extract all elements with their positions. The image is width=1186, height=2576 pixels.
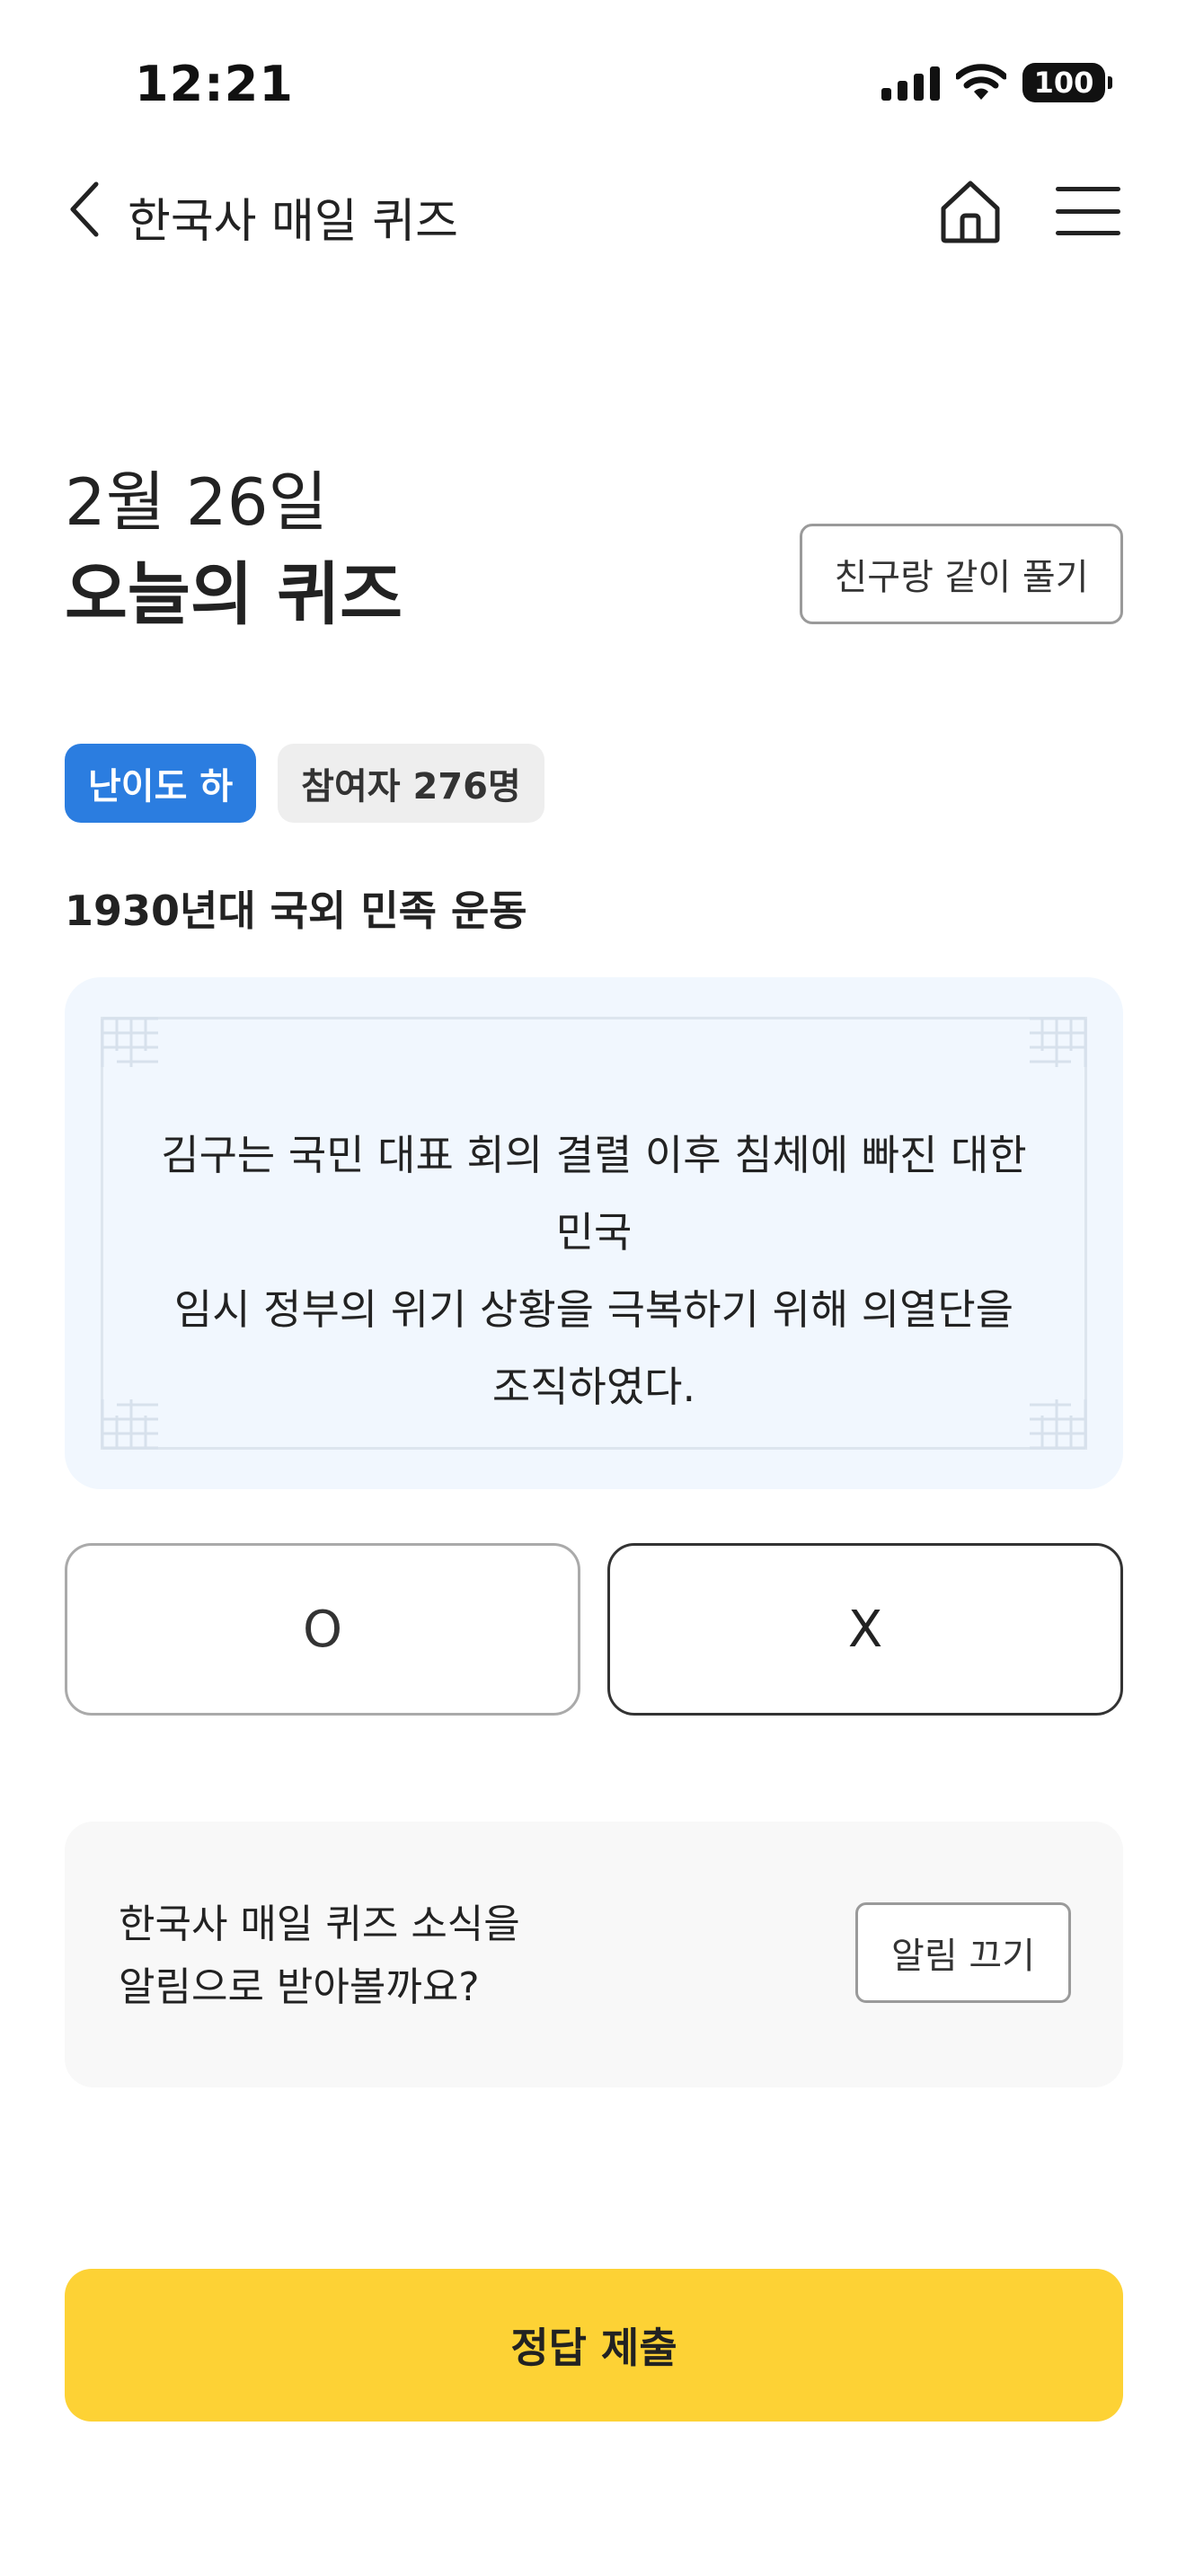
answer-o-button[interactable]: O [65,1543,580,1716]
question-line: 임시 정부의 위기 상황을 극복하기 위해 의열단을 [173,1285,1014,1334]
question-line: 조직하였다. [491,1363,696,1411]
signal-icon [881,65,940,101]
battery-level: 100 [1033,66,1094,100]
answer-x-button[interactable]: X [607,1543,1123,1716]
corner-ornament-icon [101,1017,158,1067]
home-icon [941,181,1000,243]
menu-button[interactable] [1056,181,1120,241]
wifi-icon [956,64,1006,100]
status-bar: 12:21 100 [0,0,1186,135]
top-nav: 한국사 매일 퀴즈 [0,162,1186,260]
status-time: 12:21 [135,56,294,112]
back-button[interactable] [54,178,117,241]
notification-off-button[interactable]: 알림 끄기 [855,1902,1071,2003]
notification-line: 한국사 매일 퀴즈 소식을 [119,1901,520,1947]
notification-text: 한국사 매일 퀴즈 소식을 알림으로 받아볼까요? [119,1893,520,2019]
nav-title: 한국사 매일 퀴즈 [128,195,458,249]
status-icons: 100 [881,63,1112,102]
quiz-topic: 1930년대 국외 민족 운동 [65,887,527,935]
quiz-date: 2월 26일 [65,464,328,540]
participants-badge: 참여자 276명 [278,744,544,823]
corner-ornament-icon [1030,1017,1087,1067]
solve-with-friends-button[interactable]: 친구랑 같이 풀기 [800,524,1123,624]
question-line: 김구는 국민 대표 회의 결렬 이후 침체에 빠진 대한민국 [161,1131,1027,1257]
back-chevron-icon [70,181,99,237]
question-card: 김구는 국민 대표 회의 결렬 이후 침체에 빠진 대한민국 임시 정부의 위기… [65,977,1123,1489]
page-title: 오늘의 퀴즈 [65,554,403,634]
menu-icon [1056,187,1120,191]
home-button[interactable] [934,171,1006,251]
badges: 난이도 하 참여자 276명 [65,744,544,823]
notification-card: 한국사 매일 퀴즈 소식을 알림으로 받아볼까요? 알림 끄기 [65,1822,1123,2087]
battery-icon: 100 [1022,63,1112,102]
submit-answer-button[interactable]: 정답 제출 [65,2269,1123,2422]
notification-line: 알림으로 받아볼까요? [119,1964,480,2010]
question-text: 김구는 국민 대표 회의 결렬 이후 침체에 빠진 대한민국 임시 정부의 위기… [146,1116,1042,1425]
difficulty-badge: 난이도 하 [65,744,257,823]
